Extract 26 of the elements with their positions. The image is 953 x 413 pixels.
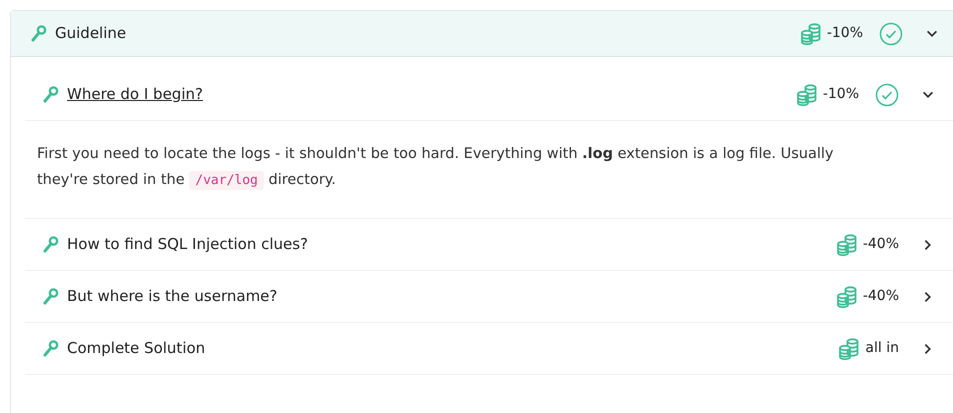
key-icon [43, 236, 59, 254]
coins-icon [798, 22, 823, 46]
cost-label: -40% [862, 287, 899, 306]
key-icon [43, 340, 59, 358]
coins-icon [834, 232, 859, 256]
cost-label: all in [865, 339, 899, 358]
guideline-header[interactable]: Guideline -10% [11, 11, 953, 57]
coins-icon [837, 336, 862, 360]
hint-row[interactable]: Complete Solution all in [25, 323, 953, 375]
hint-title[interactable]: But where is the username? [67, 285, 278, 308]
hint-title[interactable]: Complete Solution [67, 337, 206, 360]
key-icon [43, 288, 59, 306]
hint-row[interactable]: Where do I begin? -10% [25, 69, 953, 121]
key-icon [43, 86, 59, 104]
cost-label: -10% [822, 85, 859, 104]
coins-icon [794, 82, 819, 106]
cost-label: -40% [862, 235, 899, 254]
hint-row[interactable]: How to find SQL Injection clues? -40% [25, 219, 953, 271]
key-icon [31, 24, 47, 42]
hint-title[interactable]: Where do I begin? [67, 83, 203, 106]
cost-label: -10% [826, 24, 863, 43]
hint-text: First you need to locate the logs - it shouldn't be too hard. Everything with .log extension is a log file. Usually they're stored in the /var/log directory. [37, 145, 834, 192]
hint-row[interactable]: But where is the username? -40% [25, 271, 953, 323]
coins-icon [834, 284, 859, 308]
hint-title[interactable]: How to find SQL Injection clues? [67, 233, 308, 256]
guideline-title: Guideline [55, 23, 126, 44]
